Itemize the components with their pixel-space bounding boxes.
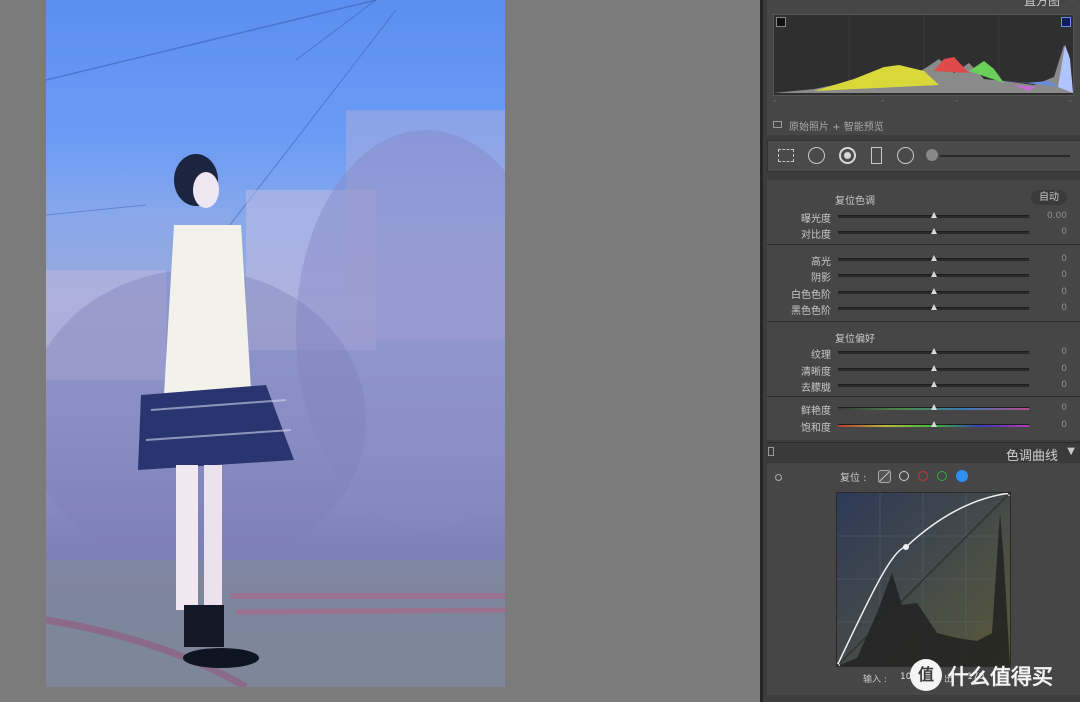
tick: - [955,96,959,106]
slider-value[interactable]: 0 [1037,380,1067,390]
slider-thumb[interactable] [931,212,937,218]
histogram-collapse-icon[interactable]: ▾ [1070,0,1074,3]
develop-panel: 直方图 ▾ - - - - 原始照片 + 智能预览 [760,0,1080,702]
divider [767,396,1080,397]
reset-curve-button[interactable]: 复位 : [840,469,867,484]
target-adjust-icon[interactable] [775,474,782,481]
basic-panel: 复位色调 自动 曝光度 0.00 对比度 0 高光 0 阴影 0 白色色阶 0 … [767,180,1080,440]
tick: - [1068,96,1072,106]
histogram-ticks: - - - - [773,96,1072,106]
slider-label: 对比度 [801,230,831,241]
slider-thumb[interactable] [931,421,937,427]
reset-presence-button[interactable]: 复位偏好 [835,330,875,345]
slider-value[interactable]: 0.00 [1037,211,1067,221]
slider-label: 高光 [811,257,831,268]
tone-curve-header[interactable]: 色调曲线 ▼ [767,442,1080,464]
slider-thumb[interactable] [931,304,937,310]
slider-thumb[interactable] [931,288,937,294]
histogram-title[interactable]: 直方图 [1024,0,1060,9]
slider-value[interactable]: 0 [1037,364,1067,374]
tick: - [773,96,777,106]
divider [767,321,1080,322]
curve-channel-red[interactable] [918,471,928,481]
tone-curve-title[interactable]: 色调曲线 [1006,445,1058,464]
red-eye-tool-icon[interactable] [839,147,856,164]
slider-value[interactable]: 0 [1037,254,1067,264]
slider-value[interactable]: 0 [1037,287,1067,297]
tool-strip [767,140,1080,172]
curve-input-label: 输入 : [863,675,887,685]
crop-tool-icon[interactable] [778,149,794,162]
slider-label: 饱和度 [801,423,831,434]
slider-label: 纹理 [811,350,831,361]
preview-status-icon [773,121,782,128]
curve-point[interactable] [903,544,909,550]
slider-thumb[interactable] [931,365,937,371]
parametric-curve-icon[interactable] [878,470,891,483]
slider-value[interactable]: 0 [1037,303,1067,313]
slider-label: 黑色色阶 [791,306,831,317]
slider-thumb[interactable] [931,228,937,234]
slider-value[interactable]: 0 [1037,270,1067,280]
curve-channel-blue[interactable] [956,470,968,482]
slider-thumb[interactable] [931,381,937,387]
slider-label: 白色色阶 [791,290,831,301]
tick: - [881,96,885,106]
photo-canvas[interactable] [0,0,760,702]
watermark: 值 什么值得买 [910,657,1080,693]
slider-thumb[interactable] [931,255,937,261]
histogram-graph[interactable] [773,14,1074,96]
adjustment-brush-icon[interactable] [926,149,938,161]
watermark-text: 什么值得买 [948,665,1053,689]
slider-value[interactable]: 0 [1037,227,1067,237]
auto-tone-button[interactable]: 自动 [1031,190,1067,205]
curve-channel-green[interactable] [937,471,947,481]
reset-tone-button[interactable]: 复位色调 [835,192,875,207]
histogram-section: 直方图 ▾ - - - - 原始照片 + 智能预览 [767,0,1080,135]
slider-value[interactable]: 0 [1037,403,1067,413]
preview-status-text: 原始照片 + 智能预览 [789,122,884,133]
slider-value[interactable]: 0 [1037,420,1067,430]
graduated-filter-icon[interactable] [871,147,882,164]
curve-channel-rgb[interactable] [899,471,909,481]
slider-label: 曝光度 [801,214,831,225]
histogram-curve [774,15,1073,95]
watermark-logo: 值 [910,659,942,691]
slider-thumb[interactable] [931,348,937,354]
slider-value[interactable]: 0 [1037,347,1067,357]
tone-curve-graph[interactable] [836,492,1011,667]
panel-switch-icon[interactable] [768,447,774,456]
radial-filter-icon[interactable] [897,147,914,164]
brush-size-slider[interactable] [940,155,1070,157]
slider-thumb[interactable] [931,404,937,410]
slider-label: 鲜艳度 [801,406,831,417]
slider-label: 清晰度 [801,367,831,378]
tone-curve-canvas [837,493,1010,666]
photo-illustration [46,0,505,687]
slider-label: 阴影 [811,273,831,284]
spot-removal-tool-icon[interactable] [808,147,825,164]
slider-thumb[interactable] [931,271,937,277]
slider-label: 去朦胧 [801,383,831,394]
photo-preview[interactable] [46,0,505,687]
tone-curve-collapse-icon[interactable]: ▼ [1067,446,1075,457]
divider [767,244,1080,245]
